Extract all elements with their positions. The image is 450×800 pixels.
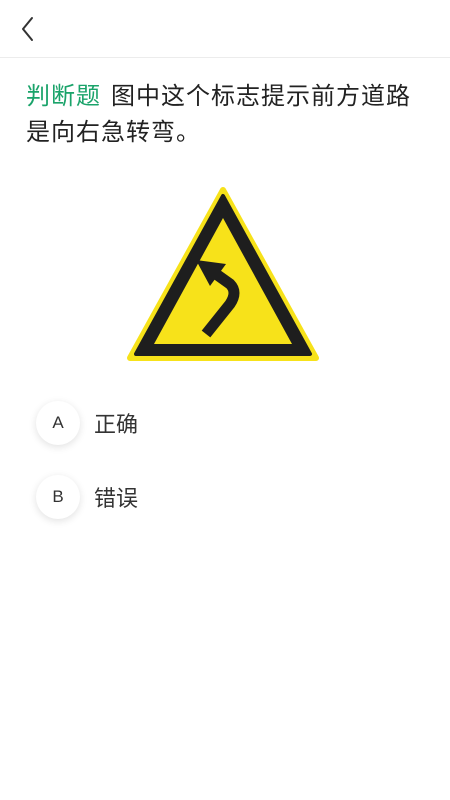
option-b-label: 错误 [94, 487, 139, 512]
chevron-left-icon [22, 17, 33, 41]
question-block: 判断题 图中这个标志提示前方道路是向右急转弯。 [26, 78, 426, 150]
back-button[interactable] [12, 13, 44, 45]
option-a-label: 正确 [94, 413, 139, 438]
question-image [126, 186, 320, 364]
warning-sign-icon [127, 187, 319, 361]
question-type-label: 判断题 [26, 82, 101, 110]
option-b[interactable]: B 错误 [36, 472, 396, 522]
option-a-badge: A [36, 401, 80, 445]
option-a[interactable]: A 正确 [36, 398, 396, 448]
top-bar [0, 0, 450, 58]
quiz-page: 判断题 图中这个标志提示前方道路是向右急转弯。 A 正确 B 错误 [0, 0, 450, 800]
option-b-badge: B [36, 475, 80, 519]
